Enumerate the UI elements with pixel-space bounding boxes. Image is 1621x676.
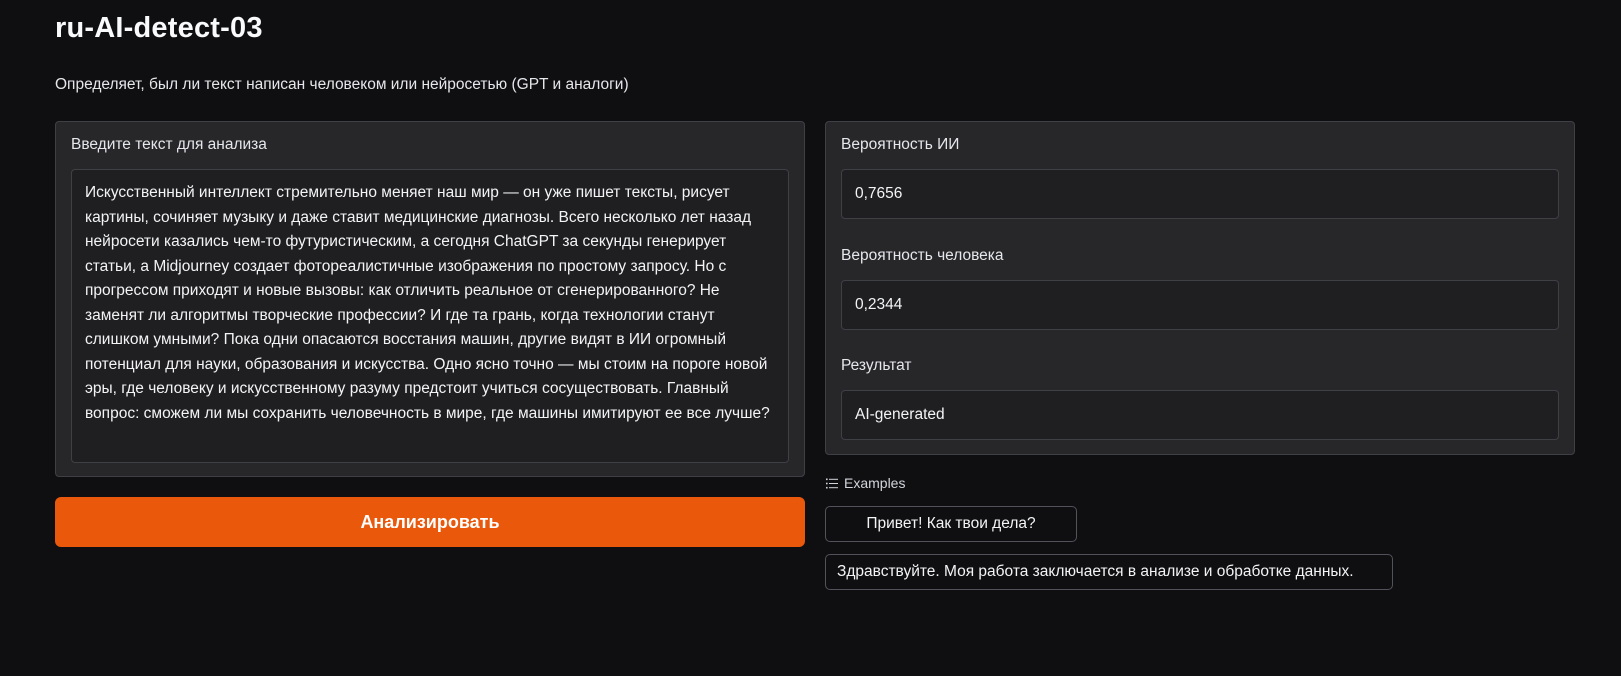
ai-probability-label: Вероятность ИИ	[841, 136, 960, 153]
result-label: Результат	[841, 357, 912, 374]
human-probability-field[interactable]: 0,2344	[841, 280, 1559, 330]
output-panel: Вероятность ИИ 0,7656 Вероятность челове…	[825, 121, 1575, 455]
list-icon	[826, 478, 838, 489]
result-field[interactable]: AI-generated	[841, 390, 1559, 440]
page-description: Определяет, был ли текст написан человек…	[55, 76, 629, 93]
input-panel: Введите текст для анализа Искусственный …	[55, 121, 805, 477]
example-button[interactable]: Здравствуйте. Моя работа заключается в а…	[825, 554, 1393, 590]
text-input[interactable]: Искусственный интеллект стремительно мен…	[71, 169, 789, 463]
app-page: ru-AI-detect-03 Определяет, был ли текст…	[0, 0, 1621, 676]
examples-header: Examples	[826, 475, 905, 491]
page-title: ru-AI-detect-03	[55, 12, 263, 44]
human-probability-label: Вероятность человека	[841, 247, 1004, 264]
input-label: Введите текст для анализа	[71, 136, 267, 153]
ai-probability-field[interactable]: 0,7656	[841, 169, 1559, 219]
example-button[interactable]: Привет! Как твои дела?	[825, 506, 1077, 542]
analyze-button[interactable]: Анализировать	[55, 497, 805, 547]
examples-label: Examples	[844, 475, 906, 491]
